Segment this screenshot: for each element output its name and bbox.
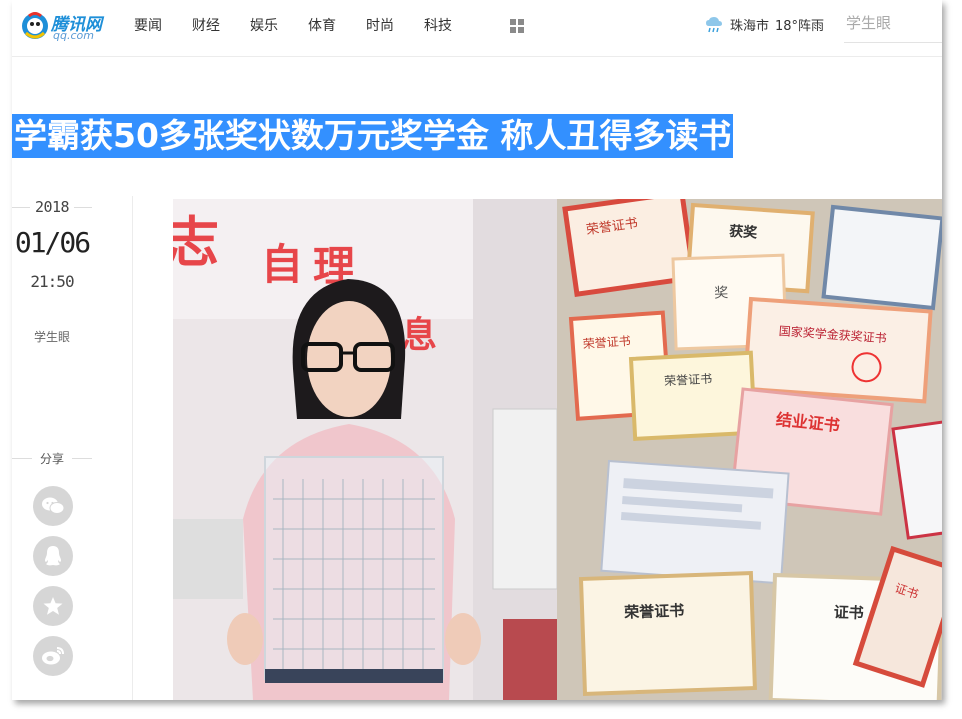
weather-city: 珠海市	[730, 19, 770, 34]
share-wechat-button[interactable]	[33, 486, 73, 526]
weather-temperature: 18°阵雨	[775, 19, 825, 34]
certificate-text: 荣誉证书	[664, 372, 713, 388]
wechat-icon	[42, 497, 65, 514]
search-input[interactable]	[844, 8, 942, 38]
logo-domain: qq.com	[53, 29, 94, 42]
certificate-text: 荣誉证书	[623, 601, 685, 621]
date-year-row: 2018	[12, 196, 92, 218]
article-date: 01/06	[14, 226, 91, 259]
wall-character: 志	[173, 211, 219, 274]
article-image-collage: 志 自 理 息 荣誉证书 获奖 荣誉证书 奖 国家奖学金获奖证书 荣誉证书 结业…	[173, 199, 942, 700]
article-photo: 志 自 理 息 荣誉证书 获奖 荣誉证书 奖 国家奖学金获奖证书 荣誉证书 结业…	[173, 199, 942, 700]
main-nav: 要闻 财经 娱乐 体育 时尚 科技	[134, 17, 482, 35]
article-title: 学霸获50多张奖状数万元奖学金 称人丑得多读书	[12, 114, 734, 158]
article-author[interactable]: 学生眼	[12, 328, 92, 345]
wall-character: 息	[401, 315, 437, 356]
article-meta-column: 2018 01/06 21:50 学生眼 分享	[12, 196, 133, 700]
nav-item-finance[interactable]: 财经	[192, 17, 220, 35]
certificate-text: 奖	[714, 284, 729, 301]
nav-item-entertainment[interactable]: 娱乐	[250, 17, 278, 35]
share-qq-button[interactable]	[33, 536, 73, 576]
search-box	[844, 8, 942, 43]
weibo-icon	[42, 647, 64, 665]
qzone-icon	[43, 597, 63, 615]
article-time: 21:50	[30, 272, 74, 291]
certificate-text: 获奖	[729, 223, 759, 242]
wall-character: 自	[261, 240, 303, 289]
nav-item-sports[interactable]: 体育	[308, 17, 336, 35]
weather-widget[interactable]: 珠海市 18°阵雨	[704, 15, 824, 34]
top-navigation-bar: 腾讯网 qq.com 要闻 财经 娱乐 体育 时尚 科技 珠海市 18°阵雨	[12, 0, 942, 57]
share-header: 分享	[12, 448, 92, 468]
nav-item-news[interactable]: 要闻	[134, 17, 162, 35]
rain-cloud-icon	[706, 16, 722, 32]
nav-item-fashion[interactable]: 时尚	[366, 17, 394, 35]
divider	[74, 207, 92, 208]
share-weibo-button[interactable]	[33, 636, 73, 676]
qq-icon	[45, 546, 61, 566]
qq-penguin-logo-icon	[22, 12, 48, 39]
divider	[72, 458, 92, 459]
browser-page: 腾讯网 qq.com 要闻 财经 娱乐 体育 时尚 科技 珠海市 18°阵雨 学…	[12, 0, 942, 700]
certificate-text: 证书	[833, 603, 864, 622]
more-channels-grid-icon[interactable]	[510, 19, 524, 33]
qq-logo[interactable]: 腾讯网 qq.com	[20, 9, 110, 43]
nav-item-tech[interactable]: 科技	[424, 17, 452, 35]
share-qzone-button[interactable]	[33, 586, 73, 626]
